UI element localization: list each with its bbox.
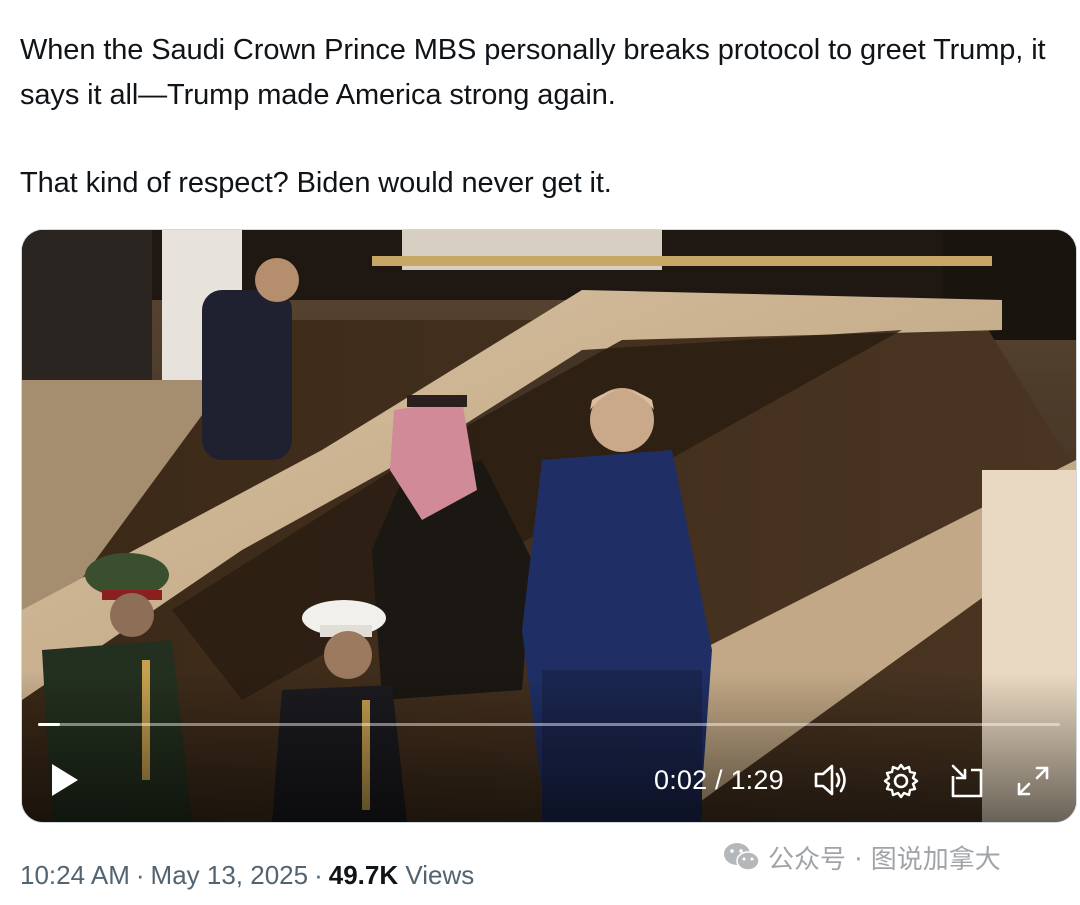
picture-in-picture-button[interactable] (947, 762, 987, 800)
video-player[interactable]: 0:02 / 1:29 (21, 229, 1077, 823)
tweet-time: 10:24 AM (20, 860, 130, 890)
meta-separator: · (314, 860, 323, 890)
wechat-icon (724, 843, 760, 871)
time-display: 0:02 / 1:29 (654, 765, 784, 795)
tweet-text: When the Saudi Crown Prince MBS personal… (20, 28, 1060, 206)
tweet-paragraph-2: That kind of respect? Biden would never … (20, 167, 612, 199)
tweet-time-link[interactable]: 10:24 AM · May 13, 2025 (20, 860, 308, 890)
wechat-watermark: 公众号 · 图说加拿大 (722, 840, 1001, 880)
picture-in-picture-icon (951, 764, 983, 798)
fullscreen-button[interactable] (1015, 764, 1051, 798)
play-icon (52, 764, 78, 796)
settings-button[interactable] (882, 762, 920, 800)
views-label: Views (405, 860, 475, 890)
play-button[interactable] (44, 760, 84, 800)
views-link[interactable]: 49.7K Views (329, 860, 475, 890)
views-count: 49.7K (328, 860, 399, 890)
volume-button[interactable] (812, 762, 852, 798)
meta-separator: · (135, 860, 145, 890)
fullscreen-icon (1017, 766, 1049, 796)
watermark-text: 公众号 · 图说加拿大 (768, 845, 1001, 875)
progress-fill (38, 723, 61, 726)
progress-bar[interactable] (38, 723, 1060, 726)
settings-gear-icon (883, 763, 919, 799)
tweet-date: May 13, 2025 (150, 860, 309, 890)
volume-icon (814, 764, 846, 796)
tweet-paragraph-1: When the Saudi Crown Prince MBS personal… (20, 34, 1046, 111)
tweet-meta: 10:24 AM · May 13, 2025 · 49.7K Views (20, 857, 474, 893)
